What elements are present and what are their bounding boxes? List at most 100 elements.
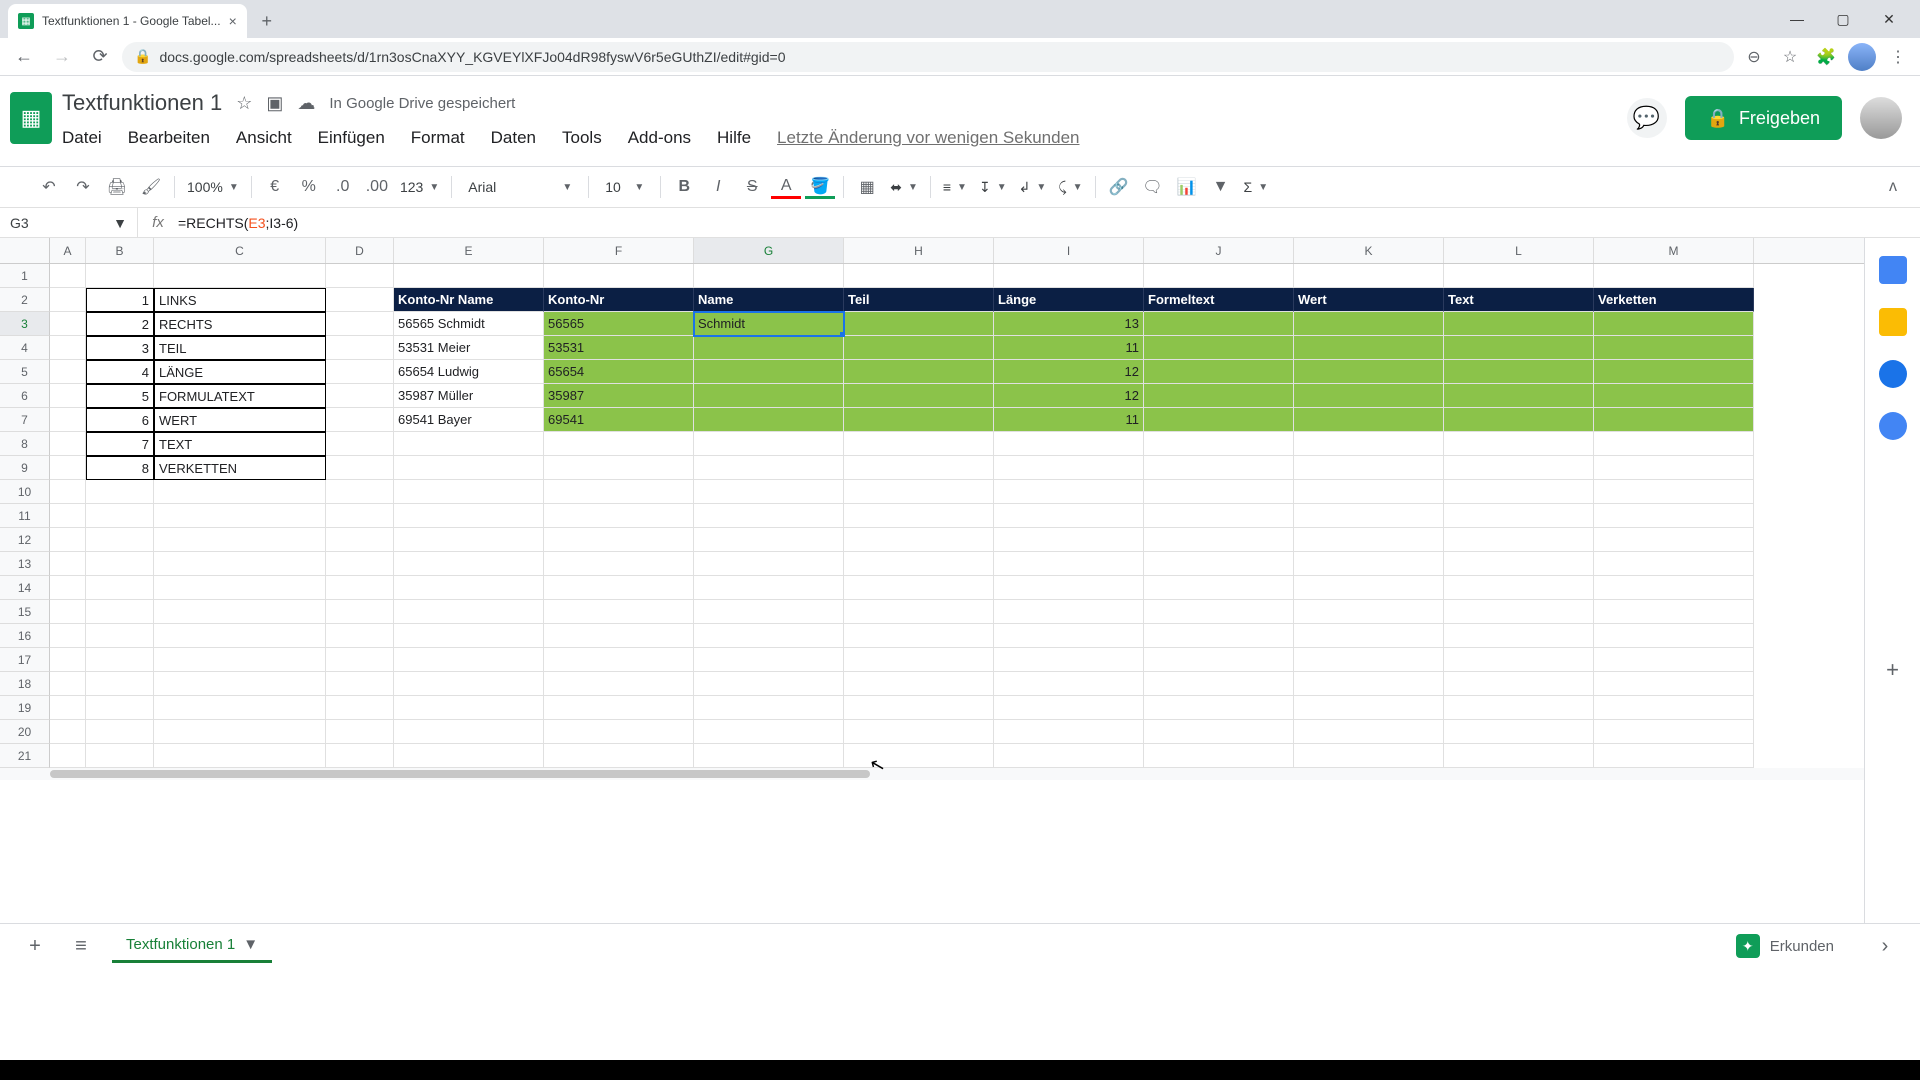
print-icon[interactable]: 🖨 [102,171,132,203]
cell-D2[interactable] [326,288,394,312]
cell-F16[interactable] [544,624,694,648]
cell-I19[interactable] [994,696,1144,720]
currency-icon[interactable]: € [260,171,290,203]
rotate-text-dropdown[interactable]: ⤹ ▼ [1054,171,1086,203]
cell-B1[interactable] [86,264,154,288]
cell-J16[interactable] [1144,624,1294,648]
cell-K21[interactable] [1294,744,1444,768]
col-header-D[interactable]: D [326,238,394,263]
cell-B17[interactable] [86,648,154,672]
cell-G6[interactable] [694,384,844,408]
cell-L17[interactable] [1444,648,1594,672]
cell-H21[interactable] [844,744,994,768]
cell-G5[interactable] [694,360,844,384]
italic-icon[interactable]: I [703,171,733,203]
cell-B8[interactable]: 7 [86,432,154,456]
cell-A13[interactable] [50,552,86,576]
cell-D7[interactable] [326,408,394,432]
cell-G15[interactable] [694,600,844,624]
cell-A5[interactable] [50,360,86,384]
cell-K1[interactable] [1294,264,1444,288]
row-header-3[interactable]: 3 [0,312,50,336]
col-header-A[interactable]: A [50,238,86,263]
cell-G14[interactable] [694,576,844,600]
chart-icon[interactable]: 📊 [1172,171,1202,203]
cell-C1[interactable] [154,264,326,288]
cell-H4[interactable] [844,336,994,360]
cell-I15[interactable] [994,600,1144,624]
minimize-icon[interactable]: — [1774,3,1820,35]
row-header-13[interactable]: 13 [0,552,50,576]
cell-L15[interactable] [1444,600,1594,624]
cell-A1[interactable] [50,264,86,288]
chevron-down-icon[interactable]: ▼ [243,936,258,953]
cell-M2[interactable]: Verketten [1594,288,1754,312]
cell-H9[interactable] [844,456,994,480]
cell-E19[interactable] [394,696,544,720]
cell-L21[interactable] [1444,744,1594,768]
cell-M19[interactable] [1594,696,1754,720]
cell-J21[interactable] [1144,744,1294,768]
cell-K17[interactable] [1294,648,1444,672]
text-color-icon[interactable]: A [771,175,801,199]
cell-C12[interactable] [154,528,326,552]
calendar-icon[interactable] [1879,256,1907,284]
cell-M13[interactable] [1594,552,1754,576]
h-align-dropdown[interactable]: ≡ ▼ [939,171,971,203]
star-icon[interactable]: ☆ [1776,43,1804,71]
cell-A15[interactable] [50,600,86,624]
cell-D4[interactable] [326,336,394,360]
col-header-K[interactable]: K [1294,238,1444,263]
row-header-14[interactable]: 14 [0,576,50,600]
doc-title[interactable]: Textfunktionen 1 [62,90,222,116]
cell-J3[interactable] [1144,312,1294,336]
cell-D3[interactable] [326,312,394,336]
cell-E13[interactable] [394,552,544,576]
cell-K6[interactable] [1294,384,1444,408]
cell-E3[interactable]: 56565 Schmidt [394,312,544,336]
fill-color-icon[interactable]: 🪣 [805,175,835,199]
cell-H20[interactable] [844,720,994,744]
cell-F21[interactable] [544,744,694,768]
cell-M17[interactable] [1594,648,1754,672]
cell-E20[interactable] [394,720,544,744]
star-doc-icon[interactable]: ☆ [236,93,252,114]
cell-M18[interactable] [1594,672,1754,696]
all-sheets-icon[interactable]: ≡ [66,931,96,961]
cell-A8[interactable] [50,432,86,456]
cell-F10[interactable] [544,480,694,504]
cell-G10[interactable] [694,480,844,504]
cell-J10[interactable] [1144,480,1294,504]
cell-D18[interactable] [326,672,394,696]
menu-format[interactable]: Format [411,128,465,148]
cell-E7[interactable]: 69541 Bayer [394,408,544,432]
bold-icon[interactable]: B [669,171,699,203]
cell-K15[interactable] [1294,600,1444,624]
cell-M1[interactable] [1594,264,1754,288]
cell-G20[interactable] [694,720,844,744]
cell-K20[interactable] [1294,720,1444,744]
cell-C10[interactable] [154,480,326,504]
cell-F8[interactable] [544,432,694,456]
cell-F2[interactable]: Konto-Nr [544,288,694,312]
cell-A20[interactable] [50,720,86,744]
row-header-9[interactable]: 9 [0,456,50,480]
cell-D12[interactable] [326,528,394,552]
cell-D14[interactable] [326,576,394,600]
cell-A21[interactable] [50,744,86,768]
cell-A7[interactable] [50,408,86,432]
cell-I7[interactable]: 11 [994,408,1144,432]
cell-K9[interactable] [1294,456,1444,480]
cell-L7[interactable] [1444,408,1594,432]
cell-J4[interactable] [1144,336,1294,360]
row-header-6[interactable]: 6 [0,384,50,408]
undo-icon[interactable]: ↶ [34,171,64,203]
cell-E4[interactable]: 53531 Meier [394,336,544,360]
cell-D5[interactable] [326,360,394,384]
cell-J8[interactable] [1144,432,1294,456]
cell-E2[interactable]: Konto-Nr Name [394,288,544,312]
cell-D20[interactable] [326,720,394,744]
cell-H1[interactable] [844,264,994,288]
col-header-C[interactable]: C [154,238,326,263]
cell-E12[interactable] [394,528,544,552]
